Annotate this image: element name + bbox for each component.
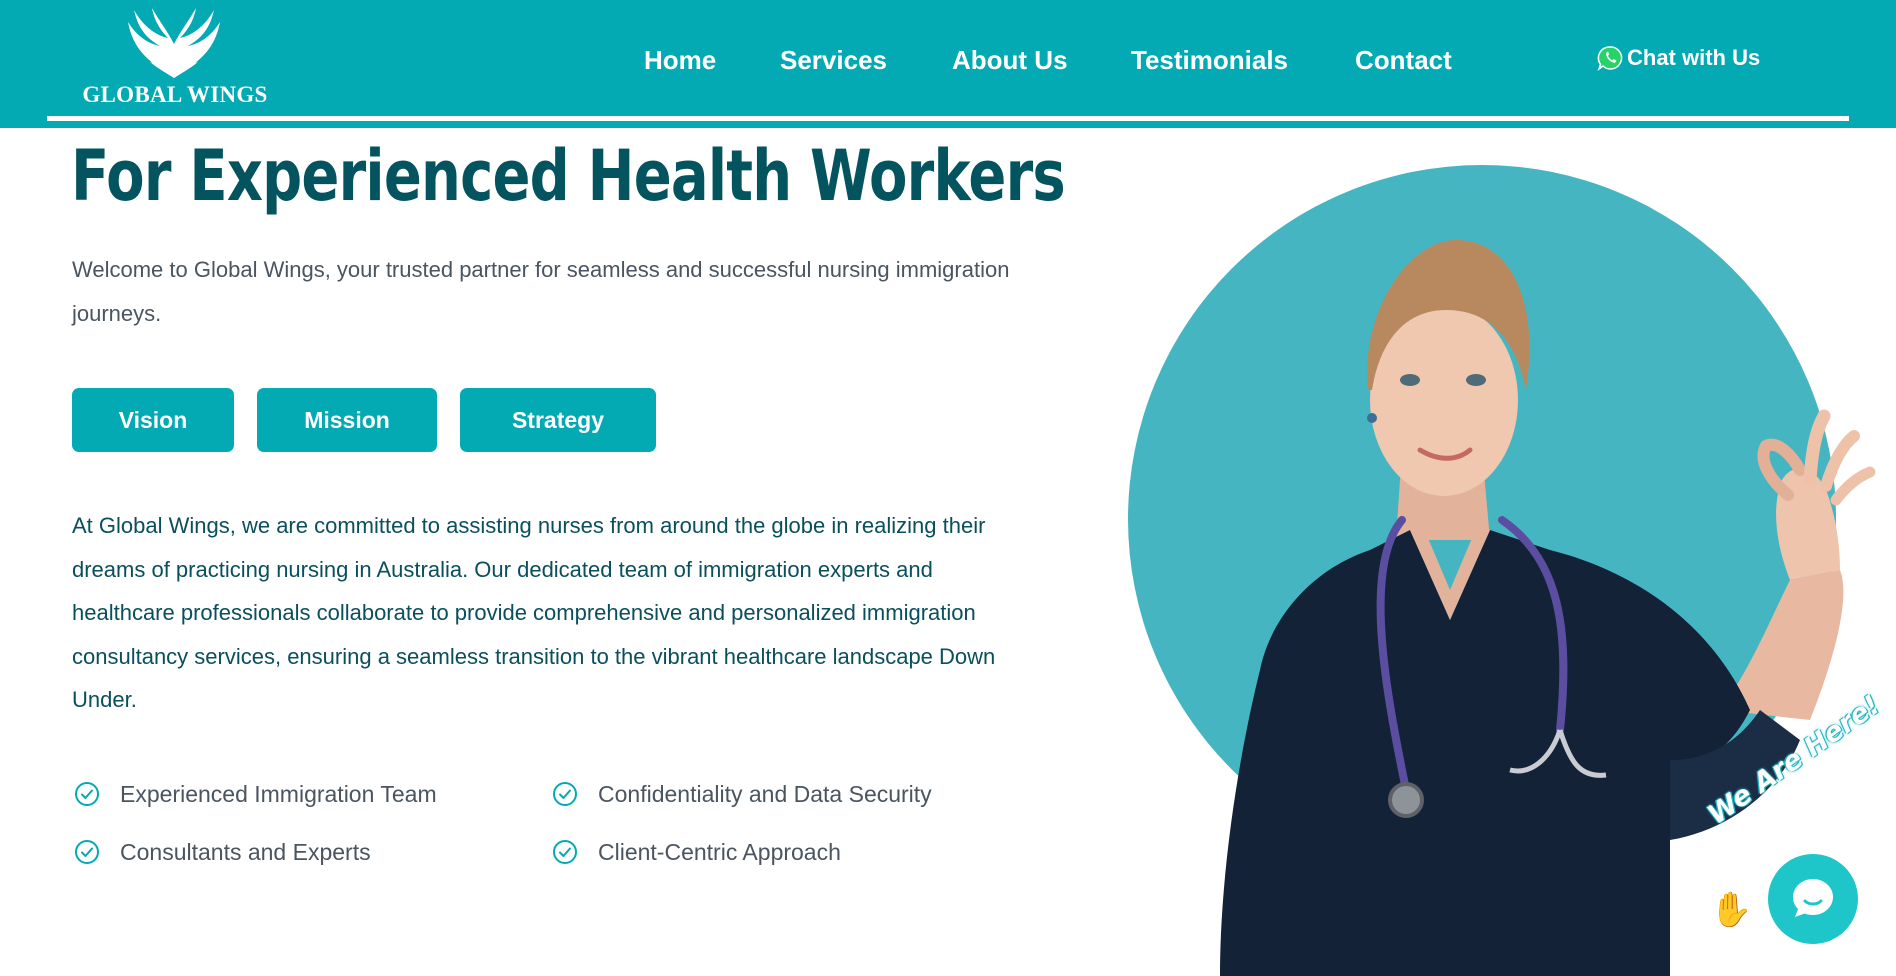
feature-label: Confidentiality and Data Security [598,780,932,807]
wave-hand-icon: ✋ [1710,890,1753,930]
feature-label: Experienced Immigration Team [120,780,437,807]
chat-with-us-link[interactable]: Chat with Us [1597,42,1760,74]
check-circle-icon [553,782,577,806]
feature-item: Consultants and Experts [74,834,371,870]
whatsapp-icon [1597,46,1623,71]
brand-name: GLOBAL WINGS [82,82,268,107]
check-circle-icon [75,782,99,806]
chat-with-us-label: Chat with Us [1627,45,1761,70]
mission-button[interactable]: Mission [257,388,437,452]
header-divider [47,116,1849,121]
nav-services[interactable]: Services [780,40,887,80]
chat-widget-button[interactable] [1768,854,1858,944]
site-header: GLOBAL WINGS Home Services About Us Test… [0,0,1896,128]
feature-label: Consultants and Experts [120,838,371,865]
nav-testimonials[interactable]: Testimonials [1131,40,1288,80]
vision-button[interactable]: Vision [72,388,234,452]
global-wings-logo[interactable]: GLOBAL WINGS [80,4,270,108]
nurse-illustration [1220,240,1876,976]
feature-item: Client-Centric Approach [552,834,841,870]
strategy-button[interactable]: Strategy [460,388,656,452]
wings-logo-icon [128,8,220,78]
check-circle-icon [75,840,99,864]
nav-home[interactable]: Home [644,40,716,80]
feature-item: Confidentiality and Data Security [552,776,932,812]
nav-contact[interactable]: Contact [1355,40,1452,80]
page-title: For Experienced Health Workers [71,135,1066,217]
check-circle-icon [553,840,577,864]
feature-label: Client-Centric Approach [598,838,841,865]
feature-item: Experienced Immigration Team [74,776,437,812]
chat-bubble-icon [1793,879,1833,917]
hero-image [1110,150,1896,976]
about-paragraph: At Global Wings, we are committed to ass… [72,513,996,712]
intro-text: Welcome to Global Wings, your trusted pa… [72,257,1010,326]
nav-about-us[interactable]: About Us [952,40,1068,80]
